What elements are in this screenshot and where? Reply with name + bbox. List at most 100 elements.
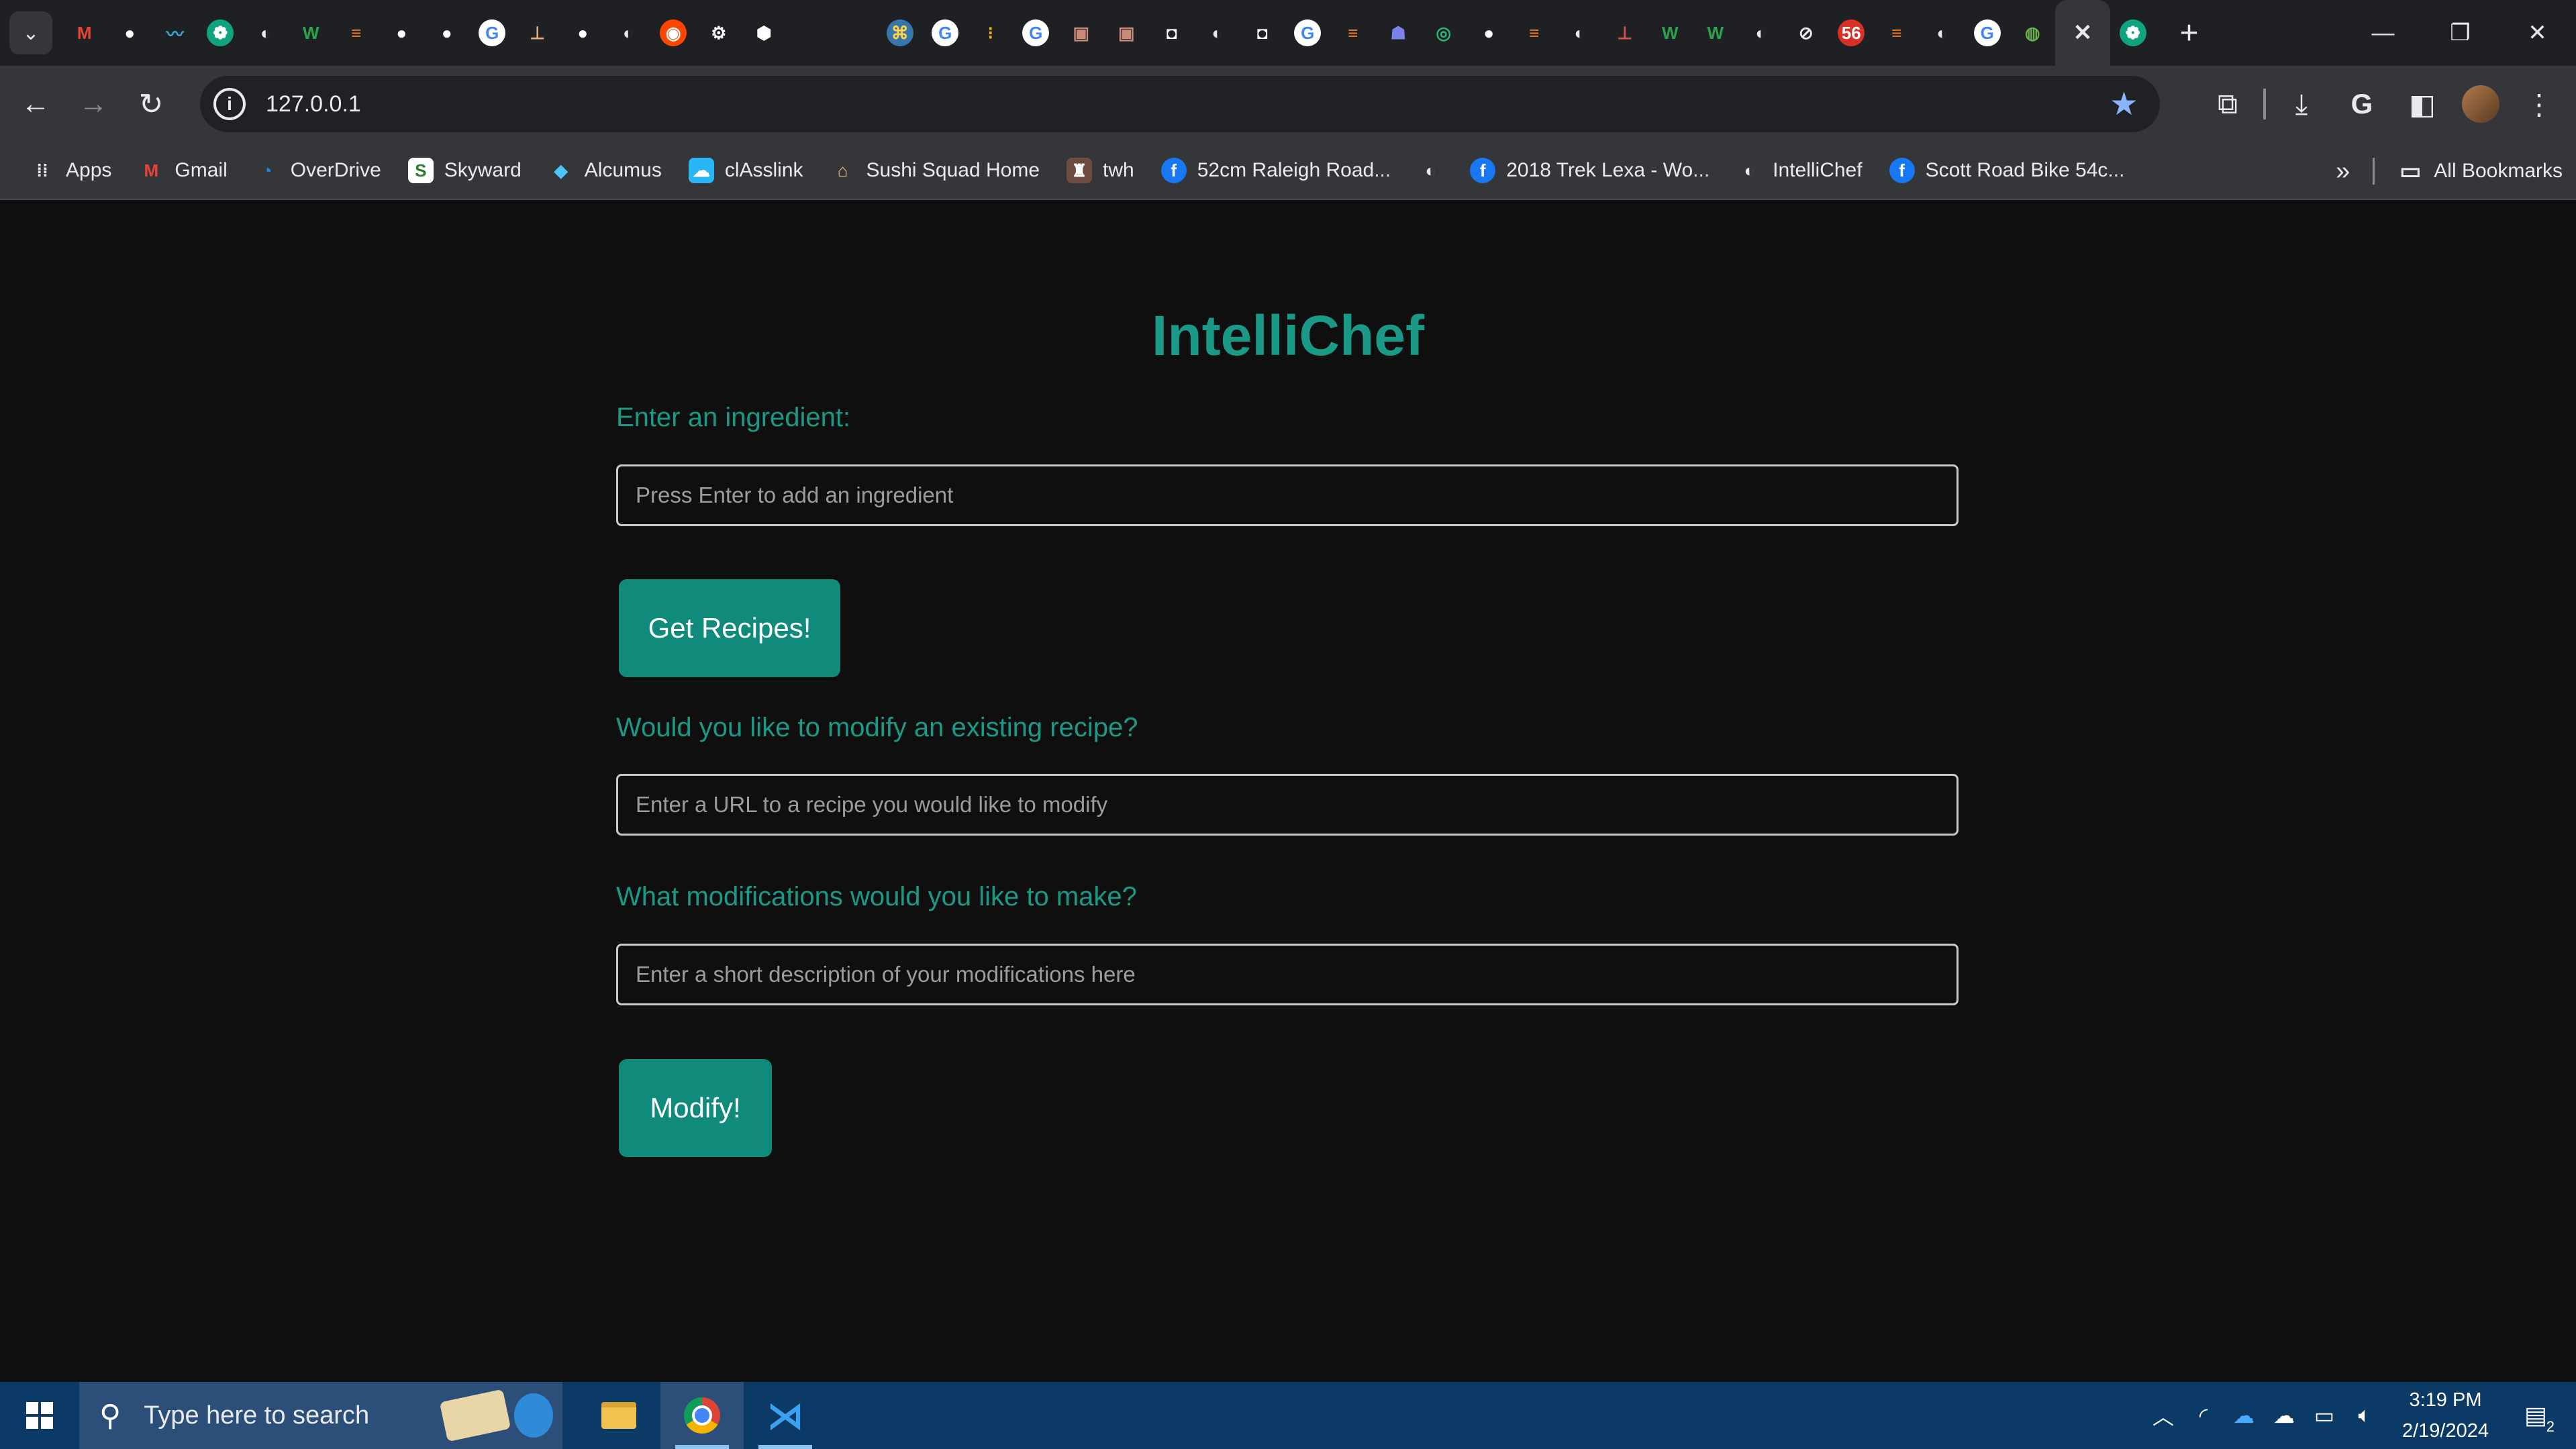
bookmark-item[interactable]: ☁ clAsslink [675,147,817,194]
site-info-icon[interactable]: i [213,88,246,120]
browser-tab[interactable]: ▣ [1058,0,1104,66]
file-explorer-taskbar-button[interactable] [577,1382,660,1449]
bookmark-item[interactable]: f Scott Road Bike 54c... [1876,147,2138,194]
browser-tab[interactable]: ≡ [334,0,379,66]
show-hidden-icons-chevron-icon[interactable]: ︿ [2143,1400,2183,1431]
modifications-input[interactable] [616,944,1959,1005]
browser-tab[interactable]: ≡ [1512,0,1557,66]
close-window-button[interactable]: ✕ [2499,0,2576,66]
browser-tab[interactable]: ● [560,0,606,66]
restore-button[interactable]: ❐ [2422,0,2499,66]
bookmark-star-icon[interactable]: ★ [2110,85,2138,123]
browser-tab[interactable]: ◐ [1557,0,1603,66]
browser-tab[interactable]: G [923,0,969,66]
browser-tab[interactable]: ⊥ [1602,0,1648,66]
browser-tab[interactable]: G [1965,0,2010,66]
browser-tab[interactable] [832,0,878,66]
browser-tab[interactable]: ⬢ [742,0,787,66]
extensions-icon[interactable]: ⧉ [2197,74,2258,134]
ghost-icon: ◘ [1166,22,1177,43]
browser-tab[interactable]: ⊘ [1783,0,1829,66]
browser-tab[interactable]: ≡ [1874,0,1920,66]
browser-tab[interactable]: ▣ [1104,0,1150,66]
battery-icon[interactable]: ▭ [2304,1403,2344,1428]
browser-tab[interactable]: ◎ [1421,0,1467,66]
bookmark-item[interactable]: S Skyward [395,147,535,194]
recipe-url-input[interactable] [616,774,1959,836]
browser-tab[interactable]: ❁ [2110,0,2156,66]
browser-tab[interactable]: G [470,0,515,66]
bookmark-item[interactable]: ◐ IntelliChef [1723,147,1875,194]
google-lens-icon[interactable]: G [2332,74,2392,134]
browser-tab[interactable]: ⌘ [877,0,923,66]
tab-search-chevron-icon[interactable]: ⌄ [9,11,52,54]
browser-tab[interactable]: ◘ [1240,0,1285,66]
browser-tab[interactable]: ◐ [605,0,651,66]
browser-tab[interactable]: W [1693,0,1738,66]
browser-tab[interactable]: 〰 [152,0,198,66]
browser-tab[interactable]: ❁ [198,0,244,66]
browser-tab[interactable]: ◐ [1195,0,1240,66]
close-tab-icon[interactable]: ✕ [2069,19,2096,46]
profile-avatar[interactable] [2462,85,2499,123]
browser-tab[interactable] [787,0,832,66]
browser-tab[interactable]: 56 [1829,0,1875,66]
vscode-taskbar-button[interactable]: ⋊ [744,1382,827,1449]
browser-tab[interactable]: ≡ [1330,0,1376,66]
bookmark-item[interactable]: ◆ Alcumus [535,147,675,194]
browser-tab[interactable]: W [289,0,334,66]
chrome-taskbar-button[interactable] [660,1382,744,1449]
browser-tab[interactable]: ● [107,0,153,66]
browser-tab[interactable]: ◐ [1920,0,1965,66]
browser-tab[interactable]: M [62,0,107,66]
bookmark-item[interactable]: ◔ OverDrive [241,147,395,194]
bookmark-item[interactable]: M Gmail [125,147,240,194]
download-icon[interactable]: ⤓ [2271,74,2332,134]
bookmark-item[interactable]: ⌂ Sushi Squad Home [817,147,1054,194]
browser-tab[interactable]: ◐ [1738,0,1784,66]
browser-tab[interactable]: ⁝ [968,0,1013,66]
ingredient-input[interactable] [616,464,1959,526]
onedrive-icon[interactable]: ☁ [2224,1403,2264,1428]
wifi-icon[interactable]: ◜ [2183,1403,2224,1428]
menu-kebab-icon[interactable]: ⋮ [2509,74,2569,134]
bookmark-item[interactable]: f 52cm Raleigh Road... [1148,147,1405,194]
browser-tab[interactable]: W [1648,0,1693,66]
browser-tab[interactable]: ● [424,0,470,66]
browser-tab[interactable]: ◘ [1149,0,1195,66]
browser-tab[interactable]: ⚙ [696,0,742,66]
bookmark-item[interactable]: f 2018 Trek Lexa - Wo... [1456,147,1723,194]
onedrive-personal-icon[interactable]: ☁ [2264,1403,2304,1428]
volume-muted-icon[interactable]: 🔈︎ [2344,1403,2385,1428]
clock[interactable]: 3:19 PM 2/19/2024 [2402,1385,2489,1446]
browser-tab[interactable]: G [1013,0,1059,66]
minimize-button[interactable]: — [2344,0,2422,66]
browser-tab[interactable]: ◐ [243,0,289,66]
side-panel-icon[interactable]: ◧ [2392,74,2453,134]
browser-tab[interactable]: G [1285,0,1331,66]
all-bookmarks-button[interactable]: ▭ All Bookmarks [2397,148,2563,195]
url-text[interactable]: 127.0.0.1 [266,91,361,117]
active-browser-tab[interactable]: ✕ [2055,0,2110,66]
bookmark-item[interactable]: ◐ [1404,147,1456,194]
new-tab-button[interactable]: + [2168,0,2211,66]
browser-tab[interactable]: ● [379,0,425,66]
forward-button[interactable]: → [64,75,122,133]
notification-center-button[interactable]: ▤ 2 [2509,1382,2563,1449]
reload-button[interactable]: ↻ [122,75,180,133]
browser-tab[interactable]: ◍ [2010,0,2056,66]
address-bar[interactable]: i 127.0.0.1 ★ [200,76,2160,132]
modify-button[interactable]: Modify! [619,1059,772,1157]
chatgpt-icon: ❁ [207,19,234,46]
taskbar-search-box[interactable]: ⚲ Type here to search [79,1382,562,1449]
back-button[interactable]: ← [7,75,64,133]
get-recipes-button[interactable]: Get Recipes! [619,579,840,677]
browser-tab[interactable]: ☗ [1376,0,1422,66]
start-button[interactable] [0,1382,79,1449]
browser-tab[interactable]: ◉ [651,0,697,66]
bookmark-item[interactable]: ♜ twh [1053,147,1148,194]
browser-tab[interactable]: ⊥ [515,0,560,66]
browser-tab[interactable]: ● [1467,0,1512,66]
bookmark-item[interactable]: ⁞⁞ Apps [16,147,125,194]
bookmarks-overflow-icon[interactable]: » [2336,157,2350,186]
